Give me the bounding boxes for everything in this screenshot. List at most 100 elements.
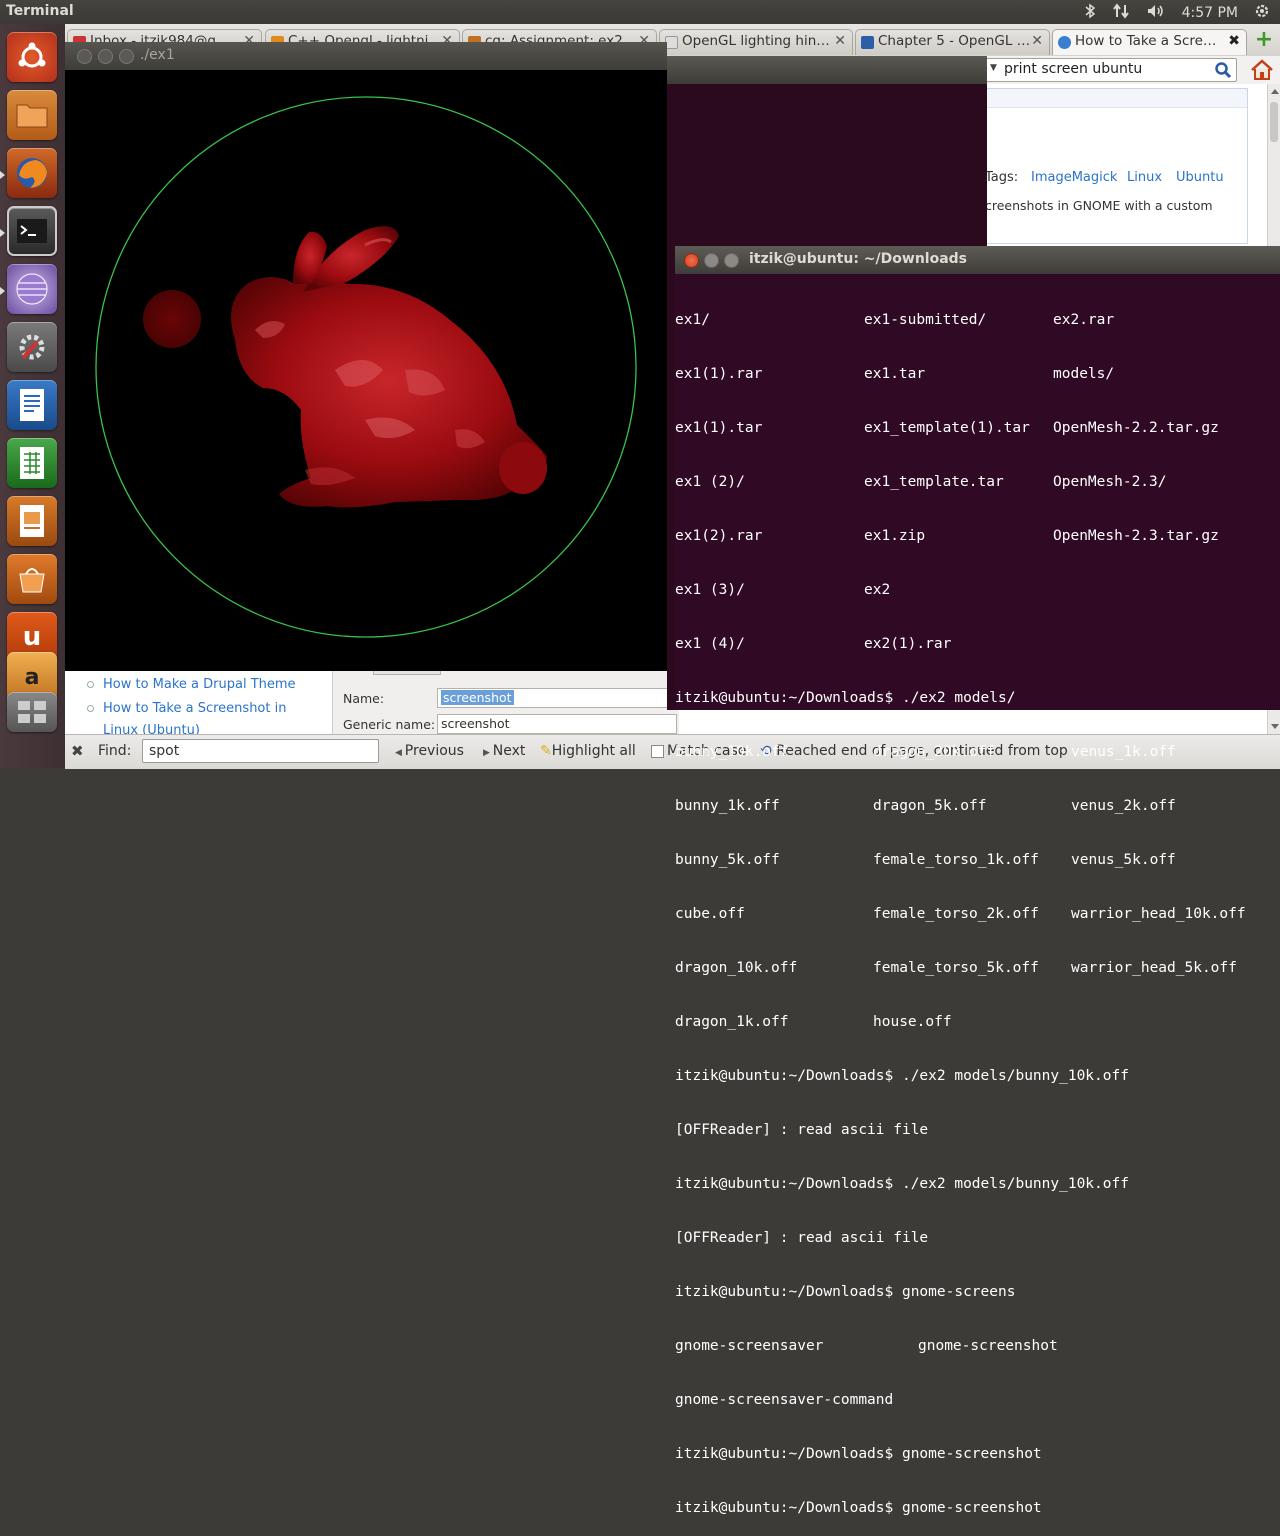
tag-link[interactable]: Ubuntu xyxy=(1176,170,1224,185)
background-terminal-titlebar[interactable] xyxy=(667,56,987,84)
ls-entry: cube.off xyxy=(675,906,745,922)
close-window-icon[interactable] xyxy=(77,49,92,64)
ls-entry: ex1 (4)/ xyxy=(675,636,745,652)
firefox-icon[interactable] xyxy=(7,148,57,198)
ls-entry: ex2(1).rar xyxy=(864,636,952,652)
software-center-icon[interactable] xyxy=(7,554,57,604)
browser-tab[interactable]: Chapter 5 - OpenGL … ✕ xyxy=(855,29,1050,55)
close-findbar-icon[interactable]: ✖ xyxy=(71,742,84,760)
background-terminal[interactable] xyxy=(667,56,987,246)
related-link[interactable]: How to Make a Drupal Theme xyxy=(103,677,296,692)
highlight-all-button[interactable]: ✎Highlight all xyxy=(540,743,636,759)
terminal-line: itzik@ubuntu:~/Downloads$ gnome-screens xyxy=(675,1283,1280,1301)
bullet-icon xyxy=(87,705,94,712)
scroll-thumb[interactable] xyxy=(1270,102,1278,142)
opengl-viewport[interactable] xyxy=(65,70,667,671)
writer-icon[interactable] xyxy=(7,380,57,430)
search-icon[interactable] xyxy=(1214,61,1232,79)
new-tab-icon[interactable]: + xyxy=(1253,29,1275,51)
find-previous-button[interactable]: ◀ Previous xyxy=(395,743,464,759)
arrow-left-icon: ◀ xyxy=(395,748,405,758)
terminal-icon[interactable] xyxy=(7,206,57,256)
ls-entry: OpenMesh-2.3/ xyxy=(1053,474,1167,490)
files-icon[interactable] xyxy=(7,90,57,140)
close-tab-icon[interactable]: ✕ xyxy=(834,33,846,49)
ls-entry: dragon_1k.off xyxy=(675,1014,789,1030)
opengl-window-title: ./ex1 xyxy=(140,47,175,63)
ls-entry: ex1(1).rar xyxy=(675,366,763,382)
power-gear-icon[interactable] xyxy=(1254,3,1270,23)
ls-entry: dragon_10k.off xyxy=(675,960,798,976)
tags-label: Tags: xyxy=(985,170,1019,185)
ls-entry: dragon_20k.off xyxy=(873,744,996,760)
scroll-up-icon[interactable] xyxy=(1271,89,1279,94)
generic-name-field[interactable]: screenshot xyxy=(437,714,677,734)
terminal-line: bunny_5k.off female_torso_1k.off venus_5k.… xyxy=(675,851,1280,869)
match-case-checkbox[interactable] xyxy=(651,745,664,758)
terminal-line: itzik@ubuntu:~/Downloads$ ./ex2 models/ xyxy=(675,689,1280,707)
highlighter-icon: ✎ xyxy=(540,743,552,759)
spheres-icon[interactable] xyxy=(7,264,57,314)
workspaces-icon[interactable] xyxy=(7,692,57,732)
terminal-line: [OFFReader] : read ascii file xyxy=(675,1229,1280,1247)
name-field[interactable]: screenshot xyxy=(437,688,677,708)
volume-icon[interactable] xyxy=(1146,3,1166,23)
search-engine-dropdown-icon[interactable]: ▼ xyxy=(990,63,997,73)
maximize-window-icon[interactable] xyxy=(119,49,134,64)
terminal-titlebar[interactable]: itzik@ubuntu: ~/Downloads xyxy=(675,246,1280,274)
ls-entry: female_torso_5k.off xyxy=(873,960,1039,976)
terminal-line: ex1/ex1-submitted/ex2.rar xyxy=(675,311,1280,329)
impress-icon[interactable] xyxy=(7,496,57,546)
calc-icon[interactable] xyxy=(7,438,57,488)
search-input[interactable]: ▼ print screen ubuntu xyxy=(985,58,1237,82)
tab-label: How to Take a Scre… xyxy=(1075,33,1217,49)
terminal-line: cube.off female_torso_2k.off warrior_head_… xyxy=(675,905,1280,923)
terminal-output-line: [OFFReader] : read ascii file xyxy=(675,1122,929,1138)
maximize-window-icon[interactable] xyxy=(724,253,739,268)
ls-entry: female_torso_2k.off xyxy=(873,906,1039,922)
close-tab-icon[interactable]: ✖ xyxy=(1228,33,1240,49)
opengl-window-titlebar[interactable]: ./ex1 xyxy=(65,42,667,70)
terminal-line: dragon_1k.off house.off xyxy=(675,1013,1280,1031)
completion-entry: gnome-screenshot xyxy=(918,1338,1058,1354)
running-indicator xyxy=(0,171,5,179)
opengl-window[interactable]: ./ex1 xyxy=(65,42,667,671)
find-next-button[interactable]: ▶ Next xyxy=(483,743,525,759)
gp-favicon-icon xyxy=(861,36,874,49)
launcher-properties-panel: Advanced Name: screenshot Generic name: … xyxy=(332,664,679,734)
minimize-window-icon[interactable] xyxy=(704,253,719,268)
terminal-window[interactable]: itzik@ubuntu: ~/Downloads ex1/ex1-submit… xyxy=(675,246,1280,1516)
article-snippet: creenshots in GNOME with a custom xyxy=(985,198,1213,213)
ubuntu-dash-icon[interactable] xyxy=(7,32,57,82)
terminal-line: ex1 (3)/ ex2 xyxy=(675,581,1280,599)
browser-tab[interactable]: OpenGL lighting hin… ✕ xyxy=(659,29,853,55)
tag-link[interactable]: Linux xyxy=(1127,170,1162,185)
ls-entry: OpenMesh-2.3.tar.gz xyxy=(1053,528,1219,544)
related-link[interactable]: How to Take a Screenshot in xyxy=(103,701,286,716)
generic-name-label: Generic name: xyxy=(343,717,436,732)
network-icon[interactable] xyxy=(1112,3,1130,23)
ls-entry: house.off xyxy=(873,1014,952,1030)
browser-tab-active[interactable]: How to Take a Scre… ✖ xyxy=(1052,29,1247,55)
tag-link[interactable]: ImageMagick xyxy=(1031,170,1117,185)
settings-icon[interactable] xyxy=(7,322,57,372)
bluetooth-icon[interactable] xyxy=(1084,3,1096,23)
top-panel: Terminal 4:57 PM xyxy=(0,0,1280,24)
minimize-window-icon[interactable] xyxy=(98,49,113,64)
terminal-command: itzik@ubuntu:~/Downloads$ ./ex2 models/b… xyxy=(675,1068,1129,1084)
close-tab-icon[interactable]: ✕ xyxy=(1031,33,1043,49)
highlight-all-label: Highlight all xyxy=(551,743,636,759)
ls-entry: bunny_5k.off xyxy=(675,852,780,868)
previous-label: Previous xyxy=(404,743,464,759)
ls-entry: ex1/ xyxy=(675,312,710,328)
terminal-line: bunny_1k.off dragon_5k.off venus_2k.off xyxy=(675,797,1280,815)
ls-entry: ex1_template(1).tar xyxy=(864,420,1030,436)
close-window-icon[interactable] xyxy=(684,253,699,268)
ls-entry: ex2.rar xyxy=(1053,312,1115,328)
clock-text[interactable]: 4:57 PM xyxy=(1182,5,1238,21)
terminal-output[interactable]: ex1/ex1-submitted/ex2.rar ex1(1).rar ex1.… xyxy=(675,275,1280,1536)
home-icon[interactable] xyxy=(1249,58,1275,82)
ls-entry: dragon_5k.off xyxy=(873,798,987,814)
find-input[interactable]: spot xyxy=(142,739,379,763)
article-header-bar xyxy=(985,89,1247,108)
